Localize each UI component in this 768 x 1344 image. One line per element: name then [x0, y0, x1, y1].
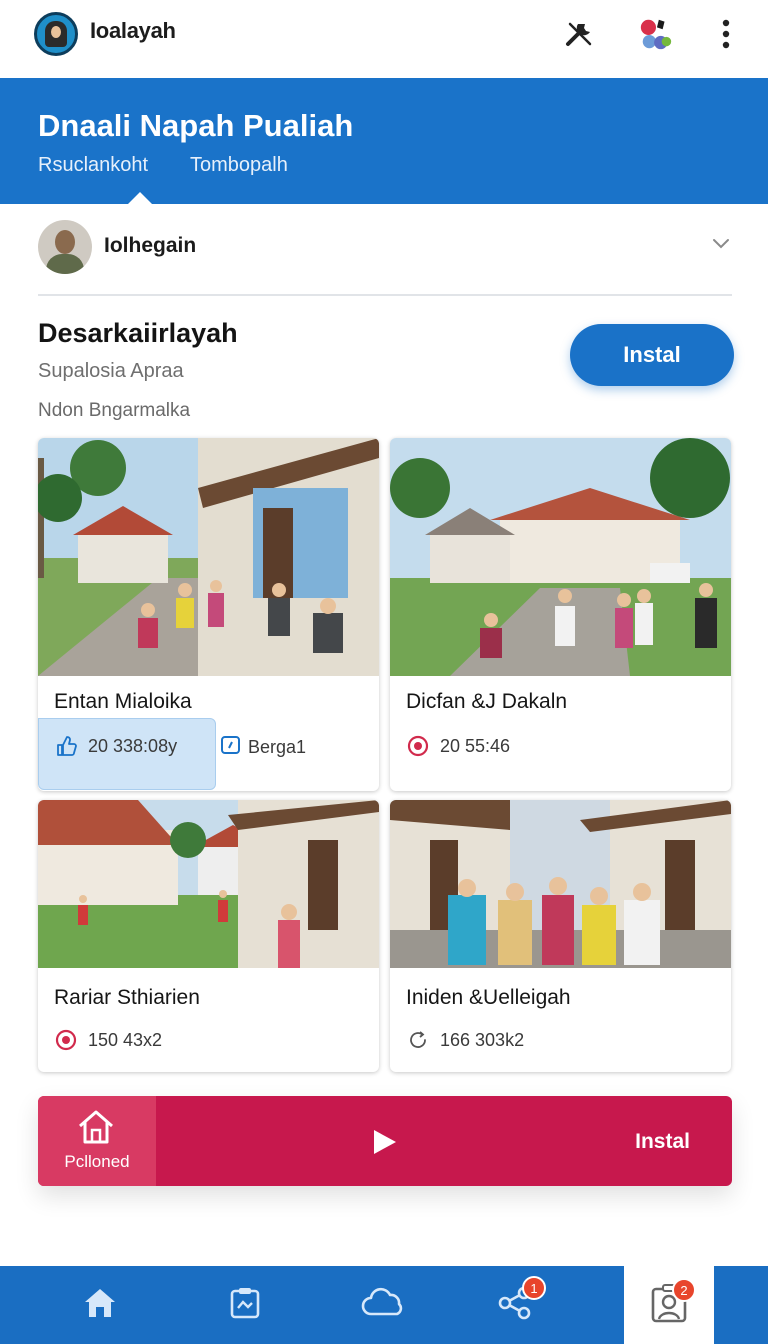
tab-secondary[interactable]: Tombopalh: [190, 154, 288, 177]
target-icon: [54, 1028, 78, 1052]
post-photo: [390, 800, 731, 968]
house-icon: [76, 1108, 116, 1151]
post-title: Dicfan &J Dakaln: [406, 690, 568, 713]
nav-profile[interactable]: 2: [624, 1266, 714, 1344]
like-count: 20 338:08y: [88, 735, 178, 756]
notification-badge: 2: [672, 1278, 696, 1302]
banner-install-button[interactable]: Instal: [635, 1130, 690, 1154]
reaction-count: 166 303k2: [440, 1029, 525, 1050]
banner-left-label: Pclloned: [64, 1152, 130, 1171]
section-subtitle: Supalosia Apraa: [38, 360, 184, 382]
banner-left-panel[interactable]: Pclloned: [38, 1096, 156, 1186]
share-label: Berga1: [248, 737, 307, 757]
post-card[interactable]: Rariar Sthiarien 150 43x2: [38, 800, 379, 1072]
reaction-count: 20 55:46: [440, 735, 511, 756]
app-name: Ioalayah: [90, 18, 176, 43]
post-title: Rariar Sthiarien: [54, 986, 200, 1009]
profile-name: Iolhegain: [104, 234, 197, 257]
like-button[interactable]: 20 338:08y: [54, 734, 177, 758]
reaction-count: 150 43x2: [88, 1029, 163, 1050]
more-options-icon[interactable]: [708, 16, 744, 52]
profile-row[interactable]: Iolhegain: [38, 220, 732, 278]
install-button[interactable]: Instal: [570, 324, 734, 386]
thumbs-up-icon: [54, 734, 78, 758]
active-tab-indicator: [128, 192, 152, 204]
share-square-icon: [220, 734, 242, 761]
reaction-button[interactable]: 150 43x2: [54, 1028, 162, 1052]
page-title: Dnaali Napah Pualiah: [38, 108, 354, 143]
bottom-navigation: 1 2: [0, 1266, 768, 1344]
post-title: Entan Mialoika: [54, 690, 192, 713]
post-title: Iniden &Uelleigah: [406, 986, 571, 1009]
app-logo[interactable]: [34, 12, 78, 56]
play-icon[interactable]: [370, 1128, 398, 1161]
section-meta: Ndon Bngarmalka: [38, 400, 191, 421]
refresh-icon: [406, 1028, 430, 1052]
cloud-icon: [361, 1286, 405, 1325]
post-photo: [38, 800, 379, 968]
home-icon: [83, 1287, 117, 1324]
nav-clipboard[interactable]: [200, 1266, 290, 1344]
nav-share[interactable]: 1: [470, 1266, 560, 1344]
clipboard-icon: [228, 1286, 262, 1325]
chevron-down-icon[interactable]: [710, 232, 732, 254]
divider: [38, 294, 732, 296]
reaction-button[interactable]: 20 55:46: [406, 734, 510, 758]
nav-home[interactable]: [55, 1266, 145, 1344]
top-app-bar: Ioalayah: [0, 0, 768, 78]
promo-banner[interactable]: Pclloned Instal: [38, 1096, 732, 1186]
avatar: [38, 220, 92, 274]
section-title: Desarkaiirlayah: [38, 318, 238, 348]
page-header: Dnaali Napah Pualiah Rsuclankoht Tombopa…: [0, 78, 768, 204]
nav-cloud[interactable]: [338, 1266, 428, 1344]
post-card[interactable]: Iniden &Uelleigah 166 303k2: [390, 800, 731, 1072]
post-card[interactable]: Entan Mialoika 20 338:08y Berga1: [38, 438, 379, 791]
share-button[interactable]: Berga1: [220, 734, 306, 761]
notification-badge: 1: [522, 1276, 546, 1300]
post-photo: [38, 438, 379, 676]
reaction-button[interactable]: 166 303k2: [406, 1028, 524, 1052]
color-palette-icon[interactable]: [638, 16, 674, 52]
tab-primary[interactable]: Rsuclankoht: [38, 154, 148, 177]
tools-icon[interactable]: [562, 16, 598, 52]
post-photo: [390, 438, 731, 676]
post-card[interactable]: Dicfan &J Dakaln 20 55:46: [390, 438, 731, 791]
target-icon: [406, 734, 430, 758]
